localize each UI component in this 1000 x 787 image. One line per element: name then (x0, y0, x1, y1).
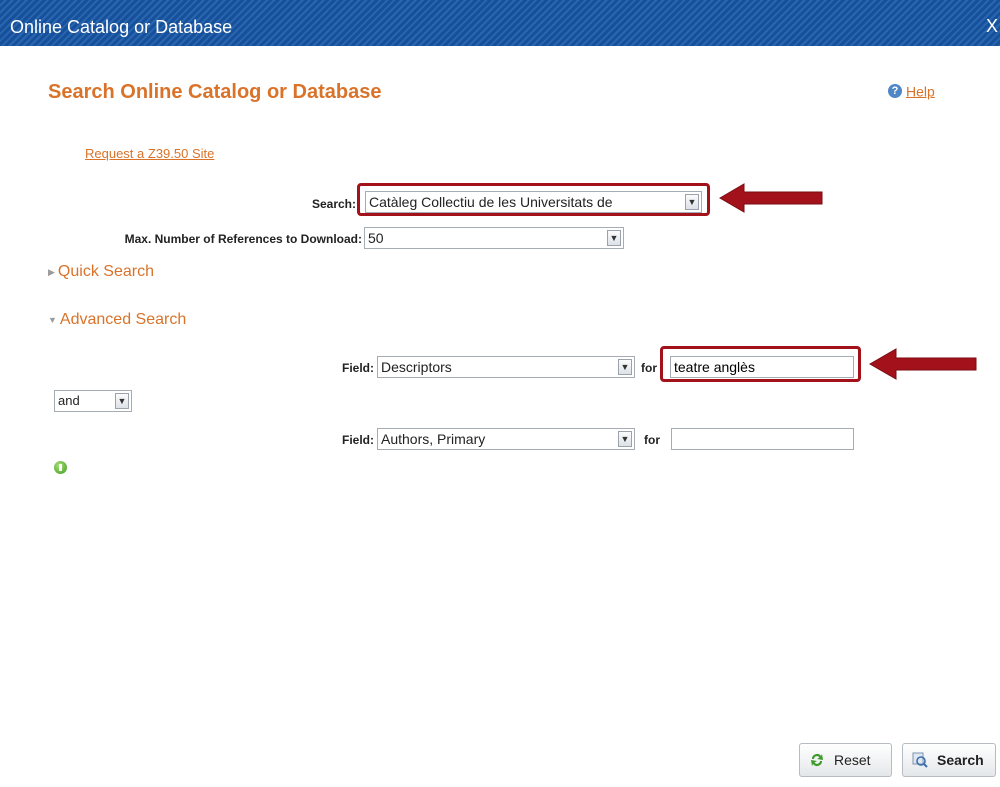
add-row-icon[interactable] (54, 461, 67, 474)
magnifier-icon (912, 752, 928, 768)
field-select-1[interactable]: Descriptors ▼ (377, 356, 635, 378)
quick-search-toggle[interactable]: ▶ Quick Search (48, 263, 154, 281)
refresh-icon (811, 754, 823, 766)
field-label-2: Field: (342, 433, 374, 447)
dialog-title-bar: Online Catalog or Database X (0, 0, 1000, 46)
highlight-box-database (357, 183, 710, 216)
close-button[interactable]: X (986, 16, 998, 37)
chevron-down-icon: ▼ (607, 230, 621, 246)
chevron-down-icon: ▼ (115, 393, 129, 409)
max-refs-select[interactable]: 50 ▼ (364, 227, 624, 249)
reset-label: Reset (834, 752, 871, 768)
chevron-down-icon: ▼ (618, 431, 632, 447)
search-label-btn: Search (937, 752, 984, 768)
collapse-arrow-icon: ▼ (48, 315, 57, 325)
expand-arrow-icon: ▶ (48, 266, 55, 277)
field-label-1: Field: (342, 361, 374, 375)
red-arrow-icon (868, 348, 977, 380)
advanced-search-toggle[interactable]: ▼ Advanced Search (48, 311, 186, 329)
help-link-wrap: ? Help (888, 82, 935, 99)
advanced-search-label: Advanced Search (59, 311, 187, 328)
max-refs-label: Max. Number of References to Download: (124, 232, 362, 246)
field-select-1-value: Descriptors (381, 359, 452, 375)
boolean-operator-select[interactable]: and ▼ (54, 390, 132, 412)
page-title: Search Online Catalog or Database (48, 81, 382, 103)
highlight-box-term (660, 346, 861, 382)
search-button[interactable]: Search (902, 743, 996, 777)
help-icon: ? (888, 84, 902, 99)
dialog-title: Online Catalog or Database (10, 17, 233, 37)
quick-search-label: Quick Search (57, 263, 154, 280)
request-site-link[interactable]: Request a Z39.50 Site (85, 146, 214, 161)
for-label-2: for (644, 433, 660, 447)
for-label-1: for (641, 361, 657, 375)
reset-button[interactable]: Reset (799, 743, 892, 777)
field-select-2-value: Authors, Primary (381, 431, 486, 447)
red-arrow-icon (719, 183, 823, 213)
chevron-down-icon: ▼ (618, 359, 632, 375)
max-refs-value: 50 (368, 230, 384, 246)
field-select-2[interactable]: Authors, Primary ▼ (377, 428, 635, 450)
operator-value: and (58, 393, 80, 408)
help-link[interactable]: Help (906, 83, 935, 99)
search-label: Search: (311, 197, 356, 211)
search-term-input-2[interactable] (671, 428, 854, 450)
